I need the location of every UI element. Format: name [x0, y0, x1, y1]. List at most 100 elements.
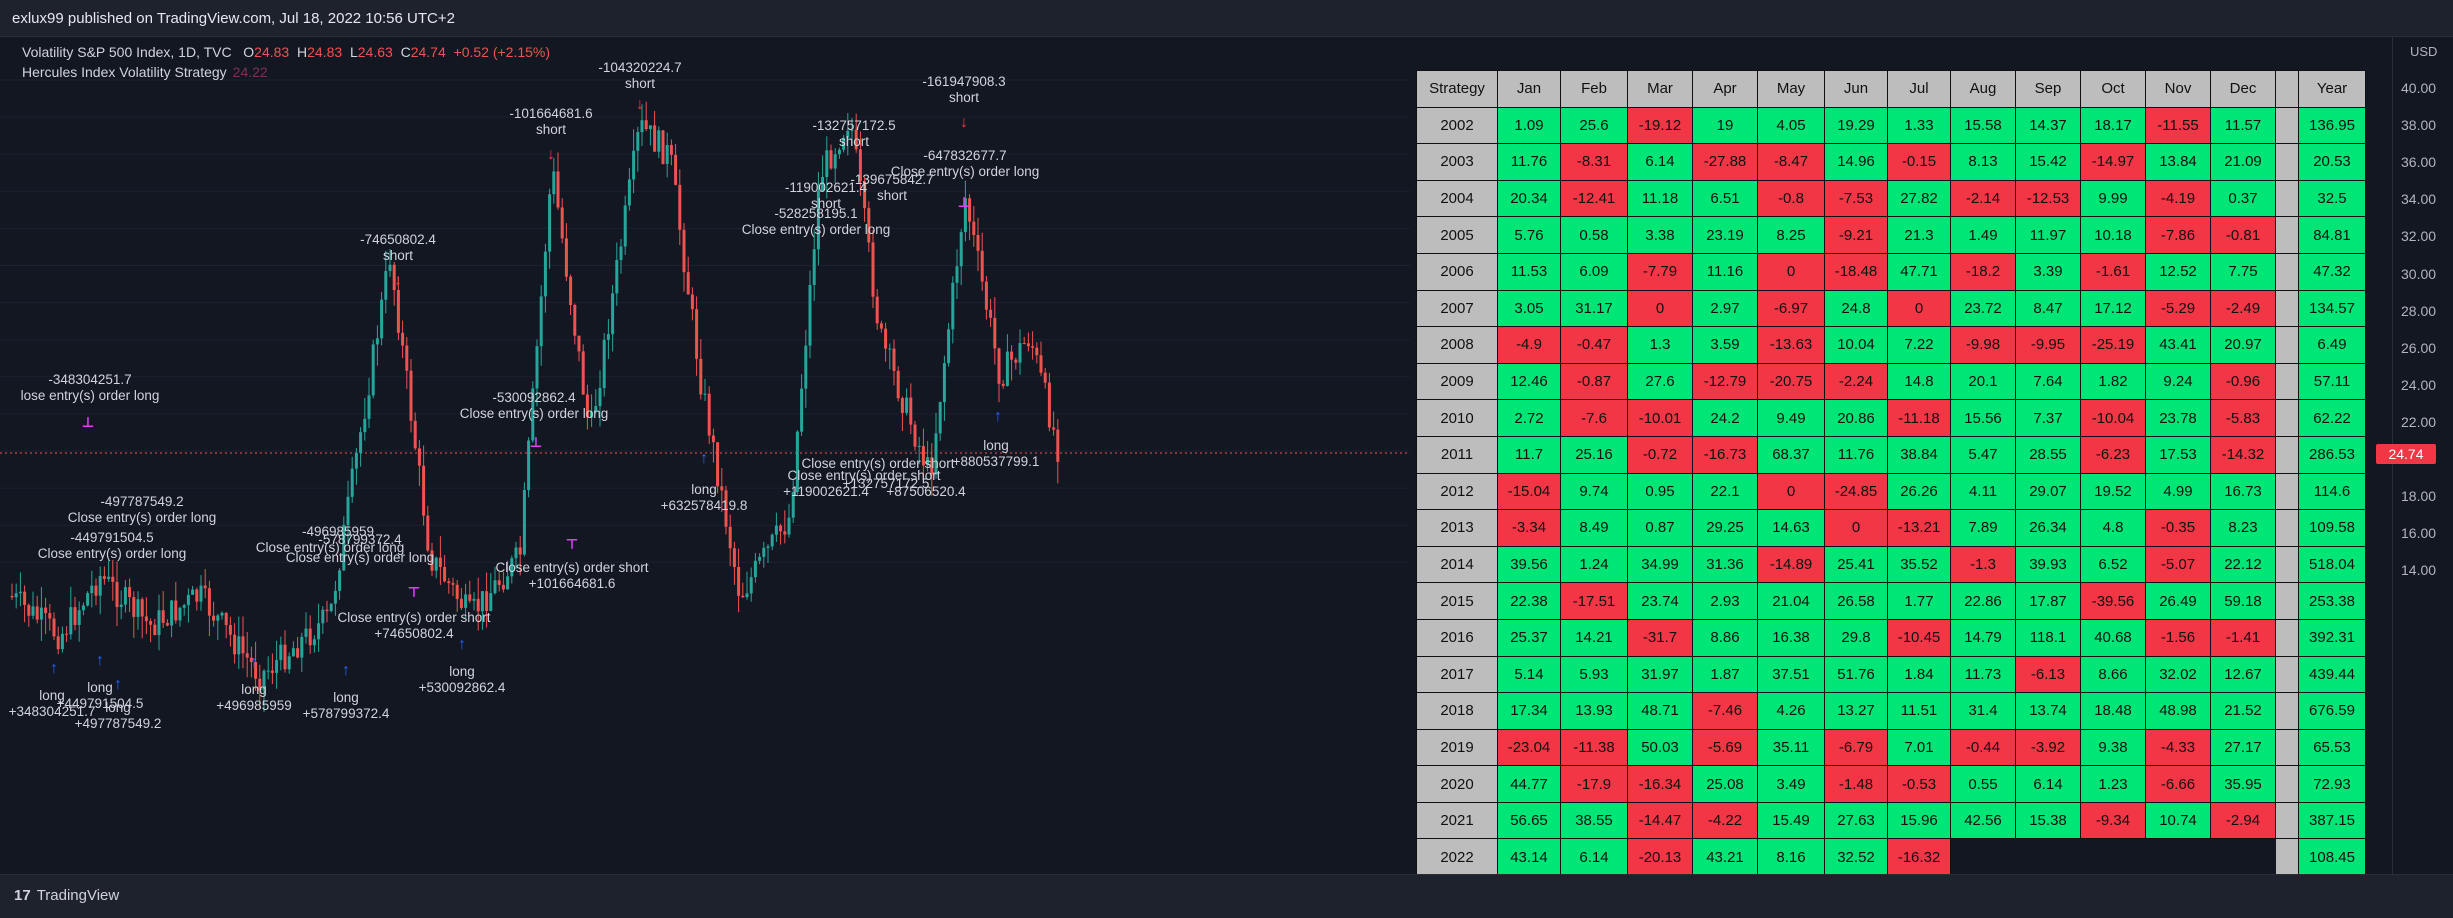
candle-body — [14, 593, 18, 598]
strategy-legend[interactable]: Hercules Index Volatility Strategy 24.22 — [22, 64, 268, 80]
strategy-value: 24.22 — [232, 64, 268, 80]
month-return-cell: 7.22 — [1887, 326, 1951, 364]
month-return-cell: 68.37 — [1757, 435, 1825, 474]
month-return-cell: -1.48 — [1824, 765, 1888, 803]
symbol-legend[interactable]: Volatility S&P 500 Index, 1D, TVC O24.83… — [22, 44, 550, 60]
year-total-cell: 253.38 — [2298, 582, 2366, 620]
year-cell: 2020 — [1416, 765, 1498, 803]
month-return-cell: -0.72 — [1627, 435, 1693, 474]
candle-body — [636, 132, 640, 151]
candle-body — [363, 418, 367, 433]
candle-body — [976, 235, 980, 251]
month-return-cell: 26.34 — [2015, 509, 2081, 547]
candle-body — [27, 605, 31, 616]
low-value: 24.63 — [357, 44, 393, 60]
price-tick-label: 34.00 — [2401, 191, 2437, 208]
month-return-cell: -14.32 — [2210, 435, 2276, 474]
candle-body — [741, 595, 745, 598]
month-return-cell: -9.98 — [1950, 326, 2016, 364]
month-return-cell: 48.71 — [1627, 692, 1693, 730]
candle-body — [569, 276, 573, 306]
month-return-cell: 15.38 — [2015, 801, 2081, 840]
month-return-cell: 8.13 — [1950, 143, 2016, 181]
table-gap-cell — [2275, 252, 2299, 291]
table-gap-cell — [2275, 106, 2299, 145]
year-cell: 2008 — [1416, 326, 1498, 364]
candle-body — [745, 593, 749, 598]
trade-annotation: long +497787549.2 — [74, 700, 162, 731]
month-return-cell: -0.44 — [1950, 728, 2016, 767]
year-cell: 2004 — [1416, 179, 1498, 218]
table-row: 2022 43.14 6.14 -20.13 43.21 8.16 32.52 -16.32 1… — [1416, 838, 2366, 877]
candle-body — [787, 517, 791, 535]
candle-body — [161, 610, 165, 623]
candle-body — [833, 154, 837, 169]
candle-body — [997, 348, 1001, 384]
candle-body — [1052, 427, 1056, 430]
month-return-cell: -14.47 — [1627, 801, 1693, 840]
month-return-cell: 12.67 — [2210, 655, 2276, 694]
month-return-cell: 19.29 — [1824, 106, 1888, 145]
table-gap-cell — [2275, 655, 2299, 694]
month-return-cell: 3.59 — [1692, 326, 1758, 364]
table-row: 2006 11.53 6.09 -7.79 11.16 0 -18.48 47.71 -18.2… — [1416, 252, 2366, 291]
year-cell: 2012 — [1416, 472, 1498, 511]
candle-body — [556, 171, 560, 208]
month-return-cell: -10.45 — [1887, 618, 1951, 657]
month-return-cell: 27.17 — [2210, 728, 2276, 767]
tradingview-logo[interactable]: 17 TradingView — [14, 887, 119, 904]
month-return-cell: 13.93 — [1560, 692, 1628, 730]
change-value: +0.52 (+2.15%) — [453, 44, 551, 60]
table-header-cell: Jun — [1824, 70, 1888, 108]
candle-body — [955, 266, 959, 283]
year-cell: 2003 — [1416, 143, 1498, 181]
candle-body — [1022, 343, 1026, 345]
month-return-cell: 2.97 — [1692, 289, 1758, 328]
month-return-cell: 24.8 — [1824, 289, 1888, 328]
month-return-cell: 8.16 — [1757, 838, 1825, 877]
month-return-cell: 25.6 — [1560, 106, 1628, 145]
candle-body — [480, 591, 484, 612]
strategy-name: Hercules Index Volatility Strategy — [22, 64, 227, 80]
trade-annotation: -528258195.1 Close entry(s) order long — [741, 206, 891, 237]
price-tick-label: 30.00 — [2401, 265, 2437, 282]
month-return-cell: 11.18 — [1627, 179, 1693, 218]
year-total-cell: 109.58 — [2298, 509, 2366, 547]
table-row: 2008 -4.9 -0.47 1.3 3.59 -13.63 10.04 7.22 -9.98… — [1416, 326, 2366, 364]
candle-body — [115, 581, 119, 608]
month-return-cell: 17.53 — [2145, 435, 2211, 474]
month-return-cell: 1.23 — [2080, 765, 2146, 803]
candle-body — [39, 607, 43, 620]
month-return-cell: 44.77 — [1497, 765, 1561, 803]
month-return-cell: 14.79 — [1950, 618, 2016, 657]
candle-body — [438, 557, 442, 568]
year-total-cell: 65.53 — [2298, 728, 2366, 767]
chart-area[interactable]: Volatility S&P 500 Index, 1D, TVC O24.83… — [0, 36, 2453, 901]
month-return-cell: -0.87 — [1560, 362, 1628, 401]
month-return-cell: -18.48 — [1824, 252, 1888, 291]
month-return-cell: 0.58 — [1560, 216, 1628, 254]
candle-body — [737, 567, 741, 596]
month-return-cell: 23.72 — [1950, 289, 2016, 328]
month-return-cell: 42.56 — [1950, 801, 2016, 840]
month-return-cell: 27.82 — [1887, 179, 1951, 218]
month-return-cell: 4.26 — [1757, 692, 1825, 730]
candle-body — [296, 648, 300, 658]
month-return-cell: 29.25 — [1692, 509, 1758, 547]
month-return-cell: -2.49 — [2210, 289, 2276, 328]
month-return-cell: 25.08 — [1692, 765, 1758, 803]
month-return-cell: 1.24 — [1560, 545, 1628, 584]
month-return-cell: 25.37 — [1497, 618, 1561, 657]
table-gap-cell — [2275, 728, 2299, 767]
year-total-cell: 387.15 — [2298, 801, 2366, 840]
trade-annotation: -132757172.5 short — [812, 118, 896, 149]
price-tick-label: 24.00 — [2401, 376, 2437, 393]
month-return-cell: 5.14 — [1497, 655, 1561, 694]
candle-body — [808, 284, 812, 346]
table-header-cell: Jul — [1887, 70, 1951, 108]
month-return-cell: -0.15 — [1887, 143, 1951, 181]
candle-body — [434, 557, 438, 571]
candle-body — [825, 150, 829, 177]
month-return-cell: 31.17 — [1560, 289, 1628, 328]
month-return-cell: 56.65 — [1497, 801, 1561, 840]
